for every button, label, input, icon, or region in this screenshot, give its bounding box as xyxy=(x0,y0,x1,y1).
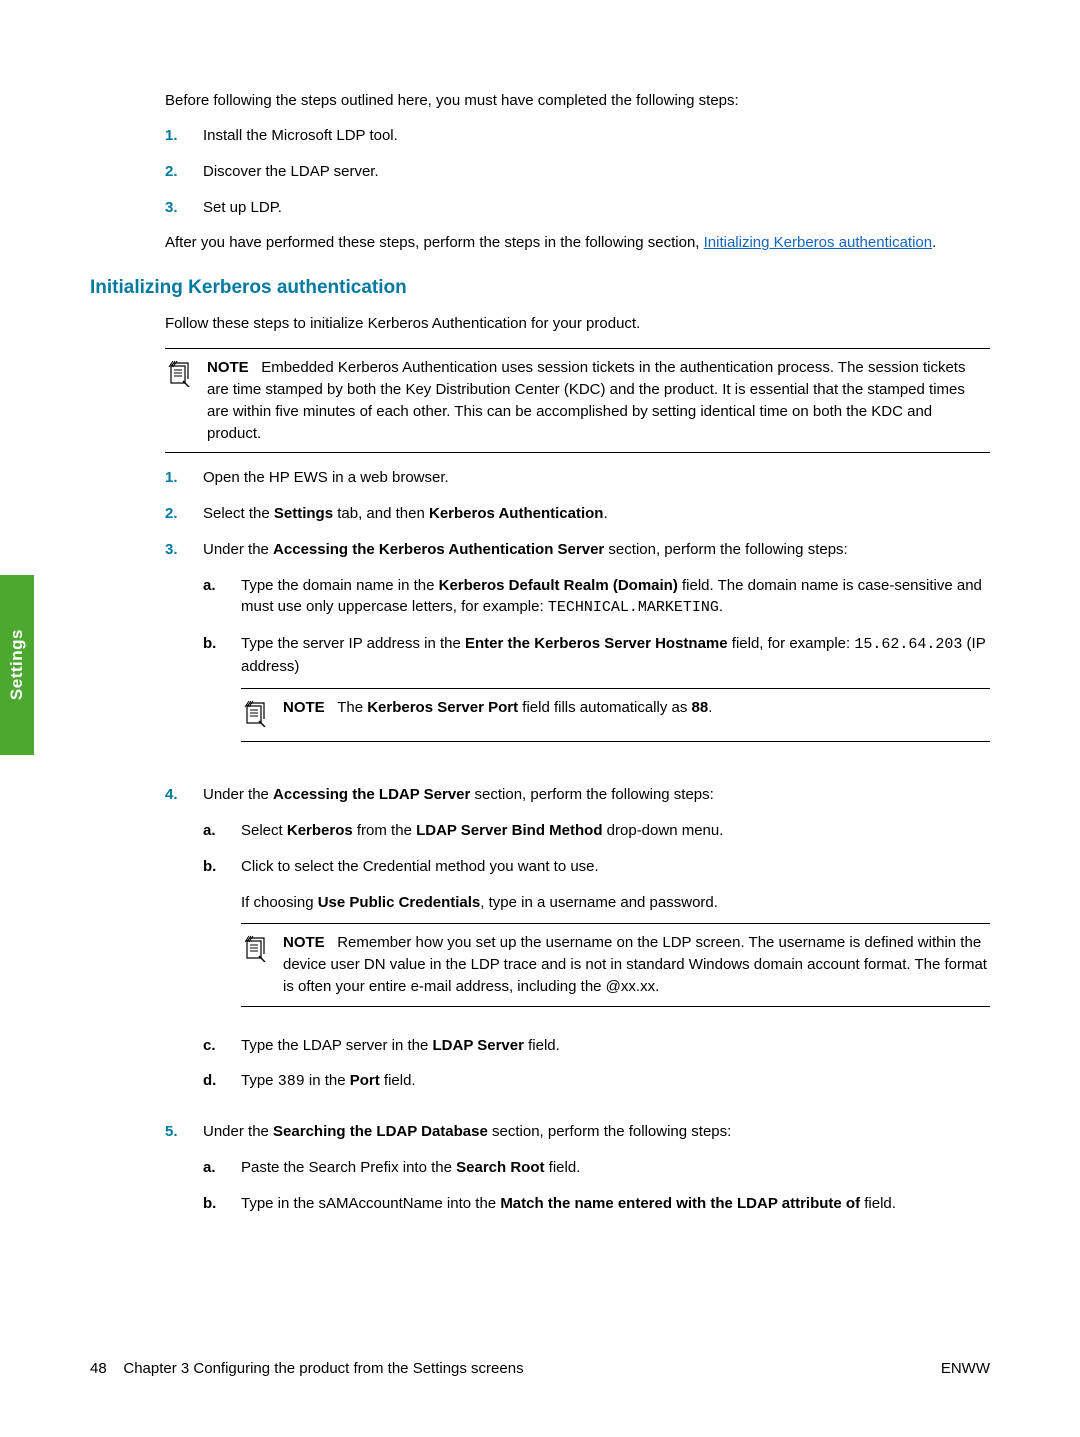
sub-text: Type in the sAMAccountName into the Matc… xyxy=(241,1193,990,1215)
step-content: Under the Searching the LDAP Database se… xyxy=(203,1121,990,1228)
note-block: NOTE The Kerberos Server Port field fill… xyxy=(241,688,990,743)
list-item: 3. Under the Accessing the Kerberos Auth… xyxy=(165,539,990,771)
step-content: Under the Accessing the LDAP Server sect… xyxy=(203,784,990,1107)
sub-text: Click to select the Credential method yo… xyxy=(241,856,990,1021)
sub-list: a. Select Kerberos from the LDAP Server … xyxy=(203,820,990,1093)
list-item: 1. Open the HP EWS in a web browser. xyxy=(165,467,990,489)
kerberos-link[interactable]: Initializing Kerberos authentication xyxy=(704,234,932,251)
sub-letter: a. xyxy=(203,575,241,620)
step-number: 3. xyxy=(165,197,203,219)
sub-letter: a. xyxy=(203,820,241,842)
side-tab-settings: Settings xyxy=(0,575,34,755)
step-number: 2. xyxy=(165,503,203,525)
list-item: 5. Under the Searching the LDAP Database… xyxy=(165,1121,990,1228)
note-icon xyxy=(241,697,283,734)
sub-text: Type the domain name in the Kerberos Def… xyxy=(241,575,990,620)
chapter-title: Chapter 3 Configuring the product from t… xyxy=(123,1360,523,1377)
note-block: NOTE Embedded Kerberos Authentication us… xyxy=(165,348,990,453)
page-content: Before following the steps outlined here… xyxy=(0,0,1080,1228)
section-heading: Initializing Kerberos authentication xyxy=(90,277,990,299)
note-icon xyxy=(241,932,283,997)
sub-text: Type 389 in the Port field. xyxy=(241,1070,990,1093)
sub-item: b. Click to select the Credential method… xyxy=(203,856,990,1021)
sub-item: b. Type in the sAMAccountName into the M… xyxy=(203,1193,990,1215)
note-icon xyxy=(165,357,207,444)
main-steps: 1. Open the HP EWS in a web browser. 2. … xyxy=(165,467,990,1228)
sub-item: b. Type the server IP address in the Ent… xyxy=(203,633,990,756)
sub-item: d. Type 389 in the Port field. xyxy=(203,1070,990,1093)
sub-letter: b. xyxy=(203,633,241,756)
note-block: NOTE Remember how you set up the usernam… xyxy=(241,923,990,1006)
sub-item: a. Type the domain name in the Kerberos … xyxy=(203,575,990,620)
step-number: 5. xyxy=(165,1121,203,1228)
footer-right: ENWW xyxy=(941,1360,990,1377)
note-label: NOTE xyxy=(283,699,325,716)
list-item: 1. Install the Microsoft LDP tool. xyxy=(165,125,990,147)
step-number: 4. xyxy=(165,784,203,1107)
heading-intro: Follow these steps to initialize Kerbero… xyxy=(165,313,990,334)
note-label: NOTE xyxy=(283,934,325,951)
step-content: Open the HP EWS in a web browser. xyxy=(203,467,990,489)
step-number: 2. xyxy=(165,161,203,183)
step-text: Set up LDP. xyxy=(203,197,990,219)
note-text: NOTE Embedded Kerberos Authentication us… xyxy=(207,357,990,444)
sub-list: a. Paste the Search Prefix into the Sear… xyxy=(203,1157,990,1215)
list-item: 2. Discover the LDAP server. xyxy=(165,161,990,183)
sub-letter: a. xyxy=(203,1157,241,1179)
after-text: After you have performed these steps, pe… xyxy=(165,232,990,253)
list-item: 3. Set up LDP. xyxy=(165,197,990,219)
sub-text: Type the LDAP server in the LDAP Server … xyxy=(241,1035,990,1057)
sub-text: Type the server IP address in the Enter … xyxy=(241,633,990,756)
sub-letter: b. xyxy=(203,1193,241,1215)
step-number: 3. xyxy=(165,539,203,771)
step-number: 1. xyxy=(165,125,203,147)
footer-left: 48 Chapter 3 Configuring the product fro… xyxy=(90,1360,524,1377)
step-text: Discover the LDAP server. xyxy=(203,161,990,183)
sub-text: Paste the Search Prefix into the Search … xyxy=(241,1157,990,1179)
sub-item: a. Select Kerberos from the LDAP Server … xyxy=(203,820,990,842)
sub-paragraph: If choosing Use Public Credentials, type… xyxy=(241,892,990,914)
intro-text: Before following the steps outlined here… xyxy=(165,90,990,111)
list-item: 4. Under the Accessing the LDAP Server s… xyxy=(165,784,990,1107)
note-text: NOTE Remember how you set up the usernam… xyxy=(283,932,990,997)
sub-text: Select Kerberos from the LDAP Server Bin… xyxy=(241,820,990,842)
list-item: 2. Select the Settings tab, and then Ker… xyxy=(165,503,990,525)
side-tab-label: Settings xyxy=(7,629,27,700)
sub-letter: d. xyxy=(203,1070,241,1093)
step-content: Under the Accessing the Kerberos Authent… xyxy=(203,539,990,771)
sub-list: a. Type the domain name in the Kerberos … xyxy=(203,575,990,757)
note-label: NOTE xyxy=(207,359,249,376)
page-number: 48 xyxy=(90,1360,107,1377)
note-text: NOTE The Kerberos Server Port field fill… xyxy=(283,697,990,734)
sub-item: a. Paste the Search Prefix into the Sear… xyxy=(203,1157,990,1179)
step-content: Select the Settings tab, and then Kerber… xyxy=(203,503,990,525)
sub-letter: b. xyxy=(203,856,241,1021)
pre-steps-list: 1. Install the Microsoft LDP tool. 2. Di… xyxy=(165,125,990,218)
sub-item: c. Type the LDAP server in the LDAP Serv… xyxy=(203,1035,990,1057)
step-number: 1. xyxy=(165,467,203,489)
sub-letter: c. xyxy=(203,1035,241,1057)
step-text: Install the Microsoft LDP tool. xyxy=(203,125,990,147)
page-footer: 48 Chapter 3 Configuring the product fro… xyxy=(90,1360,990,1377)
